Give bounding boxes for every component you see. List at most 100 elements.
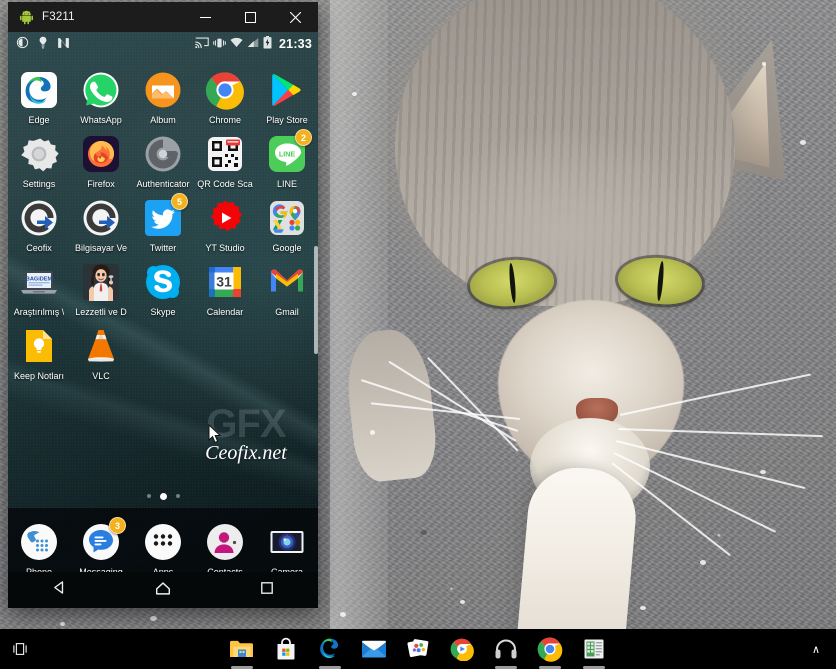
taskbar-microsoft-store[interactable]	[271, 634, 301, 664]
app-icon-vlc[interactable]: VLC	[70, 318, 132, 382]
app-icon-line[interactable]: LINE 2 LINE	[256, 126, 318, 190]
minimize-button[interactable]	[183, 2, 228, 32]
app-icon-chrome[interactable]: Chrome	[194, 62, 256, 126]
speck	[150, 616, 157, 621]
app-icon-arastirilmis[interactable]: BAGiDEM Araştırılmış \	[8, 254, 70, 318]
app-icon-firefox[interactable]: Firefox	[70, 126, 132, 190]
android-status-bar: 21:33	[8, 32, 318, 56]
speck	[60, 622, 65, 626]
show-hidden-icons-button[interactable]: ∧	[796, 643, 836, 656]
album-icon	[143, 70, 183, 110]
taskbar-document-app[interactable]	[579, 634, 609, 669]
page-indicator	[8, 492, 318, 500]
taskbar-items	[40, 634, 796, 669]
flashlight-icon	[38, 36, 48, 53]
mouse-cursor-icon	[208, 423, 222, 449]
dock-item-phone[interactable]: Phone	[8, 514, 70, 578]
page-dot[interactable]	[146, 494, 151, 498]
app-icon-edge[interactable]: Edge	[8, 62, 70, 126]
notification-badge: 2	[295, 129, 312, 146]
taskbar-google-chrome[interactable]	[535, 634, 565, 669]
edge-icon	[19, 70, 59, 110]
messaging-icon: 3	[81, 517, 126, 562]
app-label: QR Code Sca	[197, 179, 253, 189]
home-screen-app-grid: Edge WhatsApp Album Chrome Play Store Se…	[8, 56, 318, 382]
speck	[460, 600, 465, 604]
android-navigation-bar	[8, 572, 318, 608]
home-button[interactable]	[154, 579, 172, 602]
app-label: Chrome	[208, 115, 241, 125]
app-row: BAGiDEM Araştırılmış \ Lezzetli ve D Sky…	[8, 254, 318, 318]
app-icon-play-store[interactable]: Play Store	[256, 62, 318, 126]
close-button[interactable]	[273, 2, 318, 32]
maximize-button[interactable]	[228, 2, 273, 32]
back-button[interactable]	[51, 579, 68, 601]
taskbar-mail[interactable]	[359, 634, 389, 664]
app-icon-lezzetli-ve-d[interactable]: Lezzetli ve D	[70, 254, 132, 318]
speck	[762, 62, 766, 66]
task-view-icon[interactable]	[0, 640, 40, 658]
chrome-icon	[205, 70, 245, 110]
ceofix-icon	[81, 198, 121, 238]
app-icon-authenticator[interactable]: Authenticator	[132, 126, 194, 190]
app-icon-qr-code-scanner[interactable]: QR Code Sca	[194, 126, 256, 190]
taskbar-file-explorer[interactable]	[227, 634, 257, 669]
cat-head	[395, 0, 735, 306]
dock-item-apps[interactable]: Apps	[132, 514, 194, 578]
speck	[760, 470, 766, 474]
page-dot-active[interactable]	[159, 492, 167, 500]
app-icon-twitter[interactable]: 5 Twitter	[132, 190, 194, 254]
speck	[700, 560, 706, 565]
home-screen-dock: Phone 3 Messaging	[8, 508, 318, 578]
windows-taskbar: ∧	[0, 629, 836, 669]
line-icon: LINE 2	[267, 129, 312, 174]
taskbar-photos[interactable]	[403, 634, 433, 664]
app-icon-keep-notlari[interactable]: Keep Notları	[8, 318, 70, 382]
dock-item-contacts[interactable]: Contacts	[194, 514, 256, 578]
app-icon-gmail[interactable]: Gmail	[256, 254, 318, 318]
dock-item-camera[interactable]: Camera	[256, 514, 318, 578]
notification-badge: 3	[109, 517, 126, 534]
app-row: Ceofix Bilgisayar Ve 5 Twitter YT Studio…	[8, 190, 318, 254]
screen-scrollbar[interactable]	[314, 246, 318, 354]
firefox-icon	[81, 134, 121, 174]
app-icon-settings[interactable]: Settings	[8, 126, 70, 190]
app-icon-album[interactable]: Album	[132, 62, 194, 126]
recents-button[interactable]	[259, 580, 275, 601]
speck	[640, 606, 646, 610]
app-icon-whatsapp[interactable]: WhatsApp	[70, 62, 132, 126]
window-title-bar[interactable]: F3211	[8, 2, 318, 32]
speck	[370, 430, 375, 435]
twitter-icon: 5	[143, 193, 188, 238]
app-row: Settings Firefox Authenticator QR Code S…	[8, 126, 318, 190]
app-icon-yt-studio[interactable]: YT Studio	[194, 190, 256, 254]
authenticator-icon	[143, 134, 183, 174]
svg-text:BAGiDEM: BAGiDEM	[26, 277, 53, 283]
phone-screen[interactable]: 21:33 Edge WhatsApp Album Chrome Play St…	[8, 32, 318, 608]
speck	[800, 140, 806, 145]
app-icon-calendar[interactable]: 31 Calendar	[194, 254, 256, 318]
android-emulator-window[interactable]: F3211 21:33 Edge WhatsApp Album Chrome P…	[8, 2, 318, 608]
app-row: Keep Notları VLC	[8, 318, 318, 382]
speck	[352, 92, 357, 96]
app-icon-ceofix[interactable]: Ceofix	[8, 190, 70, 254]
nfc-icon	[57, 37, 70, 52]
app-icon-bilgisayar-ve[interactable]: Bilgisayar Ve	[70, 190, 132, 254]
app-icon-google-folder[interactable]: Google	[256, 190, 318, 254]
app-label: YT Studio	[205, 243, 245, 253]
taskbar-groove-music[interactable]	[491, 634, 521, 669]
watermark: GFX Ceofix.net	[176, 404, 316, 465]
contacts-person-icon	[205, 522, 245, 562]
skype-icon	[143, 262, 183, 302]
app-label: Settings	[22, 179, 56, 189]
app-icon-skype[interactable]: Skype	[132, 254, 194, 318]
camera-icon	[267, 522, 307, 562]
page-dot[interactable]	[175, 494, 180, 498]
taskbar-movies-tv[interactable]	[447, 634, 477, 664]
dock-item-messaging[interactable]: 3 Messaging	[70, 514, 132, 578]
settings-gear-icon	[19, 134, 59, 174]
app-label: Ceofix	[26, 243, 52, 253]
taskbar-microsoft-edge[interactable]	[315, 634, 345, 669]
android-robot-icon	[19, 10, 34, 25]
speck	[420, 530, 427, 535]
